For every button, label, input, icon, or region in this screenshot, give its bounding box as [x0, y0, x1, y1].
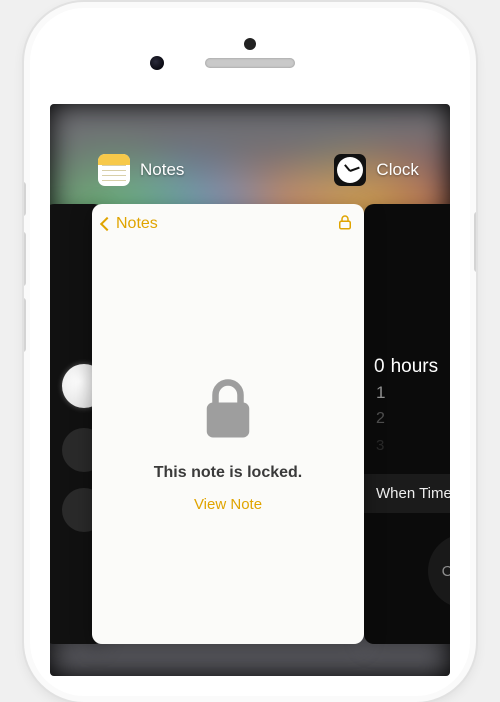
timer-cancel-button[interactable]: Cancel	[428, 534, 450, 608]
volume-up-button	[24, 232, 26, 286]
cancel-label: Cancel	[442, 563, 450, 580]
earpiece-speaker	[205, 58, 295, 68]
app-switcher-card-clock[interactable]: 0 hours 1 2 3 When Timer Ends Cancel	[364, 204, 450, 644]
notes-back-label: Notes	[116, 215, 158, 233]
chevron-left-icon	[100, 217, 114, 231]
picker-row: 3	[374, 432, 450, 458]
proximity-sensor	[150, 56, 164, 70]
app-switcher-header: Notes Clock	[50, 148, 450, 192]
lock-icon[interactable]	[336, 213, 354, 236]
power-button	[474, 212, 476, 272]
app-switcher-label-clock[interactable]: Clock	[334, 154, 419, 186]
view-note-button[interactable]: View Note	[194, 496, 262, 513]
picker-selected-unit: hours	[391, 356, 439, 378]
app-switcher-label-notes[interactable]: Notes	[98, 154, 184, 186]
volume-down-button	[24, 298, 26, 352]
locked-note-message: This note is locked.	[154, 464, 302, 482]
picker-selected-row: 0 hours	[374, 354, 450, 380]
notes-back-button[interactable]: Notes	[102, 215, 158, 233]
timer-hours-picker[interactable]: 0 hours 1 2 3	[374, 354, 450, 458]
app-name-label: Notes	[140, 160, 184, 180]
picker-row: 2	[374, 406, 450, 432]
picker-row: 1	[374, 380, 450, 406]
clock-app-icon	[334, 154, 366, 186]
notes-app-icon	[98, 154, 130, 186]
clock-face-icon	[337, 157, 363, 183]
picker-selected-value: 0	[374, 356, 385, 378]
when-timer-ends-label: When Timer Ends	[376, 485, 450, 502]
notes-nav-bar: Notes	[92, 204, 364, 244]
front-camera	[244, 38, 256, 50]
lock-large-icon	[198, 375, 258, 450]
app-switcher-card-notes[interactable]: Notes	[92, 204, 364, 644]
iphone-frame: Notes Clock 0	[24, 2, 476, 702]
when-timer-ends-row[interactable]: When Timer Ends	[364, 474, 450, 513]
app-name-label: Clock	[376, 160, 419, 180]
iphone-bezel: Notes Clock 0	[30, 8, 470, 696]
mute-switch	[24, 182, 26, 216]
locked-note-body: This note is locked. View Note	[92, 244, 364, 644]
screen: Notes Clock 0	[50, 104, 450, 676]
